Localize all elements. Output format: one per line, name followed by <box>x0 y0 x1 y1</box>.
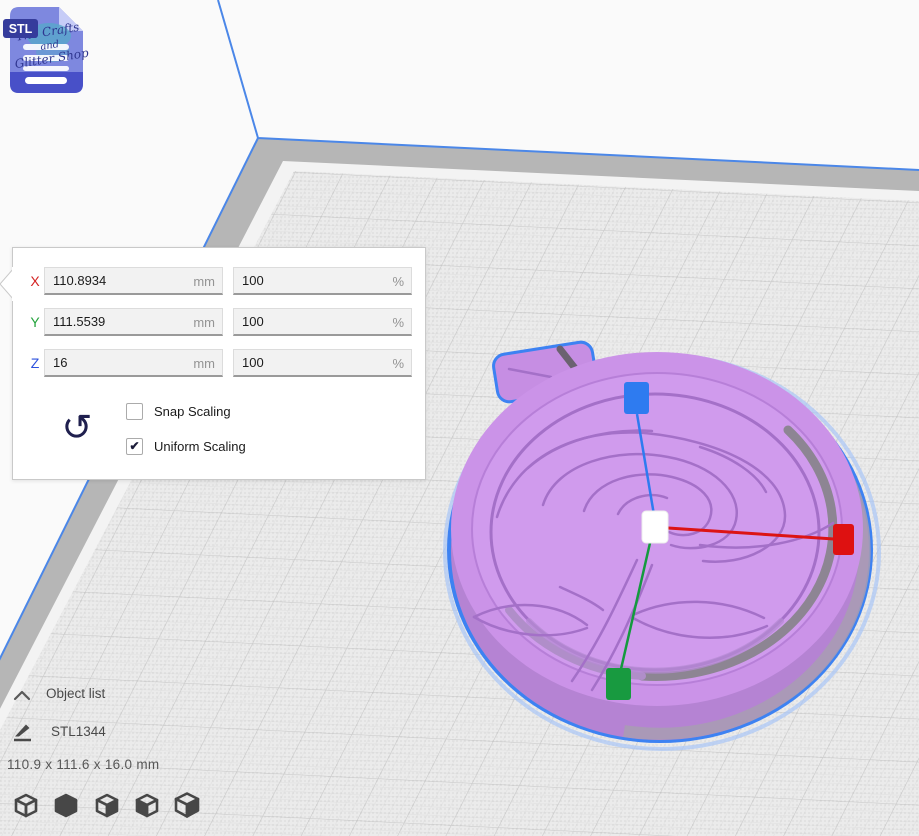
edit-pencil-icon <box>11 720 33 742</box>
x-percent-input[interactable] <box>233 267 412 295</box>
mesh-type-infill-button[interactable] <box>173 791 201 821</box>
collapse-chevron-icon[interactable] <box>13 688 31 704</box>
shop-logo: The Crafts and Glitter Shop STL <box>3 2 93 98</box>
scale-handle-z[interactable] <box>624 382 649 414</box>
snap-scaling-label: Snap Scaling <box>154 404 231 419</box>
cube-right-face-filled-icon <box>93 791 121 821</box>
uniform-scaling-label: Uniform Scaling <box>154 439 246 454</box>
cube-side-filled-icon <box>173 791 201 821</box>
z-axis-label: Z <box>28 355 42 371</box>
cube-wireframe-icon <box>12 791 40 821</box>
stl-badge-label: STL <box>9 22 33 36</box>
mesh-type-modify-overlaps-button[interactable] <box>93 791 121 821</box>
scale-tool-panel: X mm % Y mm % Z mm % ↺ <box>12 247 426 480</box>
object-list-item[interactable]: STL1344 <box>51 724 106 739</box>
scale-row-z: Z mm % <box>13 349 425 377</box>
uniform-scaling-checkbox[interactable]: ✔ <box>126 438 143 455</box>
snap-scaling-row: Snap Scaling <box>126 401 231 421</box>
reset-scale-button[interactable]: ↺ <box>59 406 95 450</box>
scale-handle-center[interactable] <box>642 511 668 543</box>
x-size-input[interactable] <box>44 267 223 295</box>
uniform-scaling-row: ✔ Uniform Scaling <box>126 436 246 456</box>
snap-scaling-checkbox[interactable] <box>126 403 143 420</box>
mesh-type-normal-button[interactable] <box>12 791 40 821</box>
scale-handle-y[interactable] <box>606 668 631 700</box>
z-percent-input[interactable] <box>233 349 412 377</box>
x-axis-label: X <box>28 273 42 289</box>
cube-solid-icon <box>52 791 80 821</box>
mesh-type-no-overlap-button[interactable] <box>133 791 161 821</box>
z-size-input[interactable] <box>44 349 223 377</box>
panel-pointer <box>0 267 14 301</box>
model-dimensions-text: 110.9 x 111.6 x 16.0 mm <box>7 757 159 772</box>
y-size-input[interactable] <box>44 308 223 336</box>
y-percent-input[interactable] <box>233 308 412 336</box>
mesh-type-support-button[interactable] <box>52 791 80 821</box>
scale-row-y: Y mm % <box>13 308 425 336</box>
object-list-header[interactable]: Object list <box>46 686 105 701</box>
scale-handle-x[interactable] <box>833 524 854 555</box>
y-axis-label: Y <box>28 314 42 330</box>
scale-row-x: X mm % <box>13 267 425 295</box>
cube-left-face-filled-icon <box>133 791 161 821</box>
